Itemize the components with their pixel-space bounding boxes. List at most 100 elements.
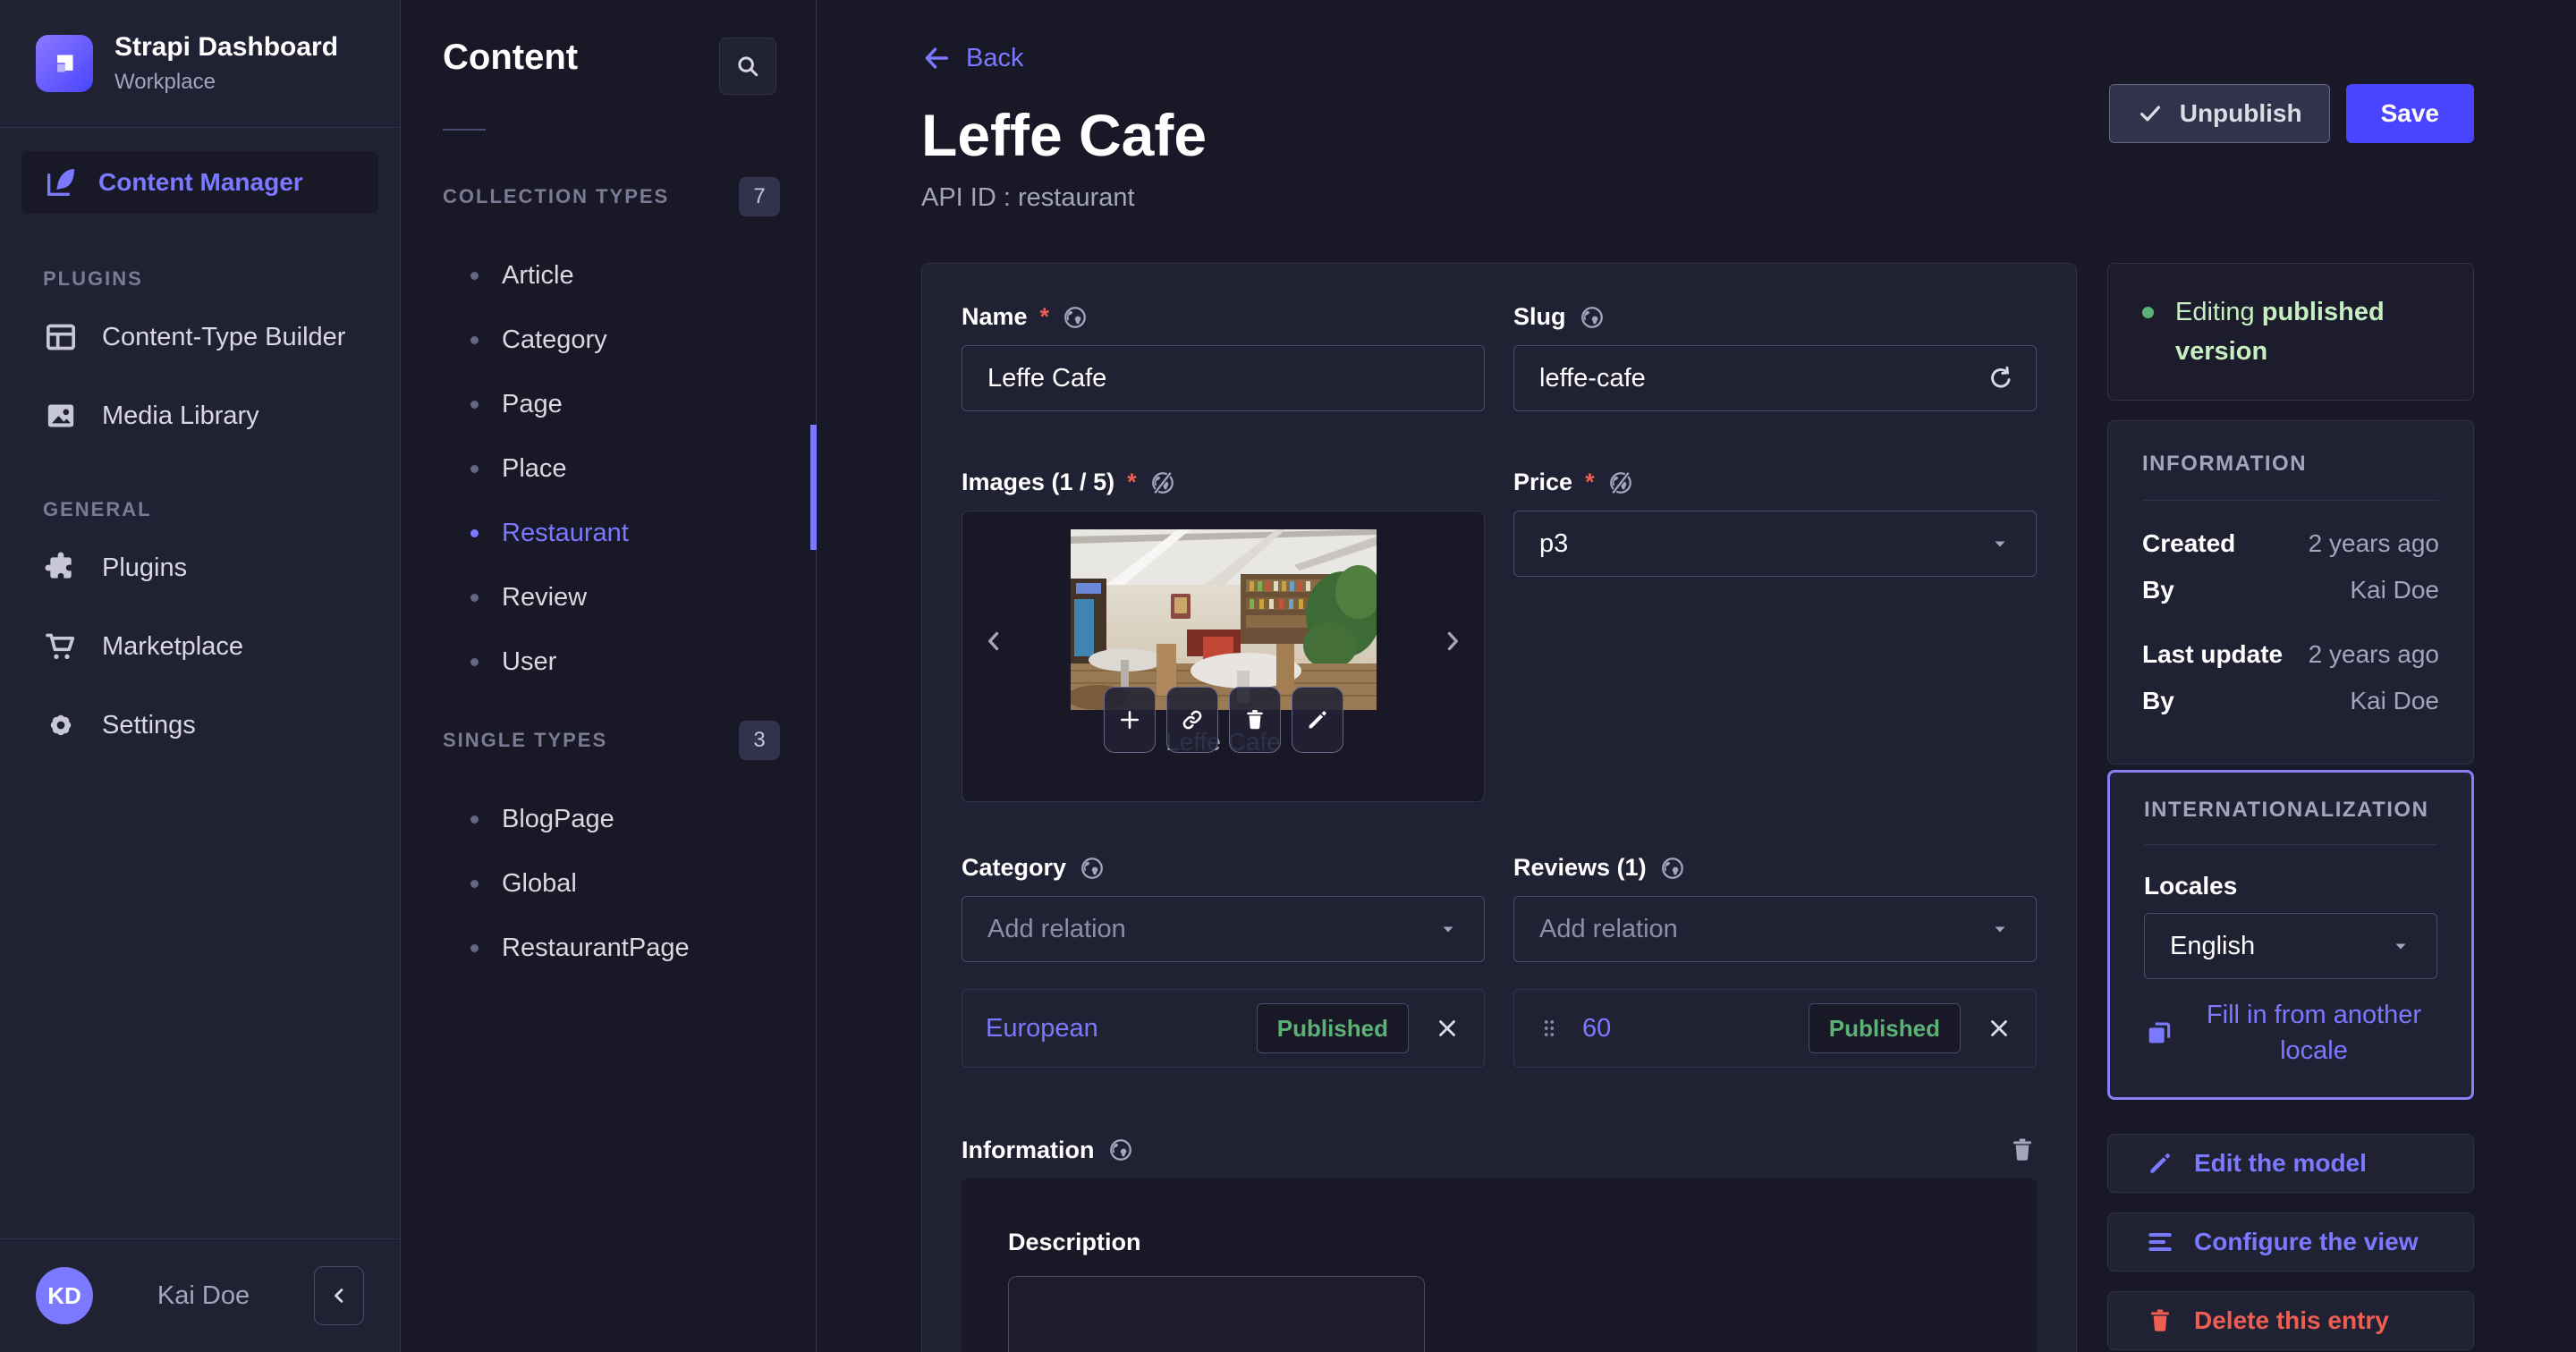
sidebar-item-settings[interactable]: Settings — [21, 686, 378, 765]
workspace-brand[interactable]: Strapi Dashboard Workplace — [0, 0, 400, 128]
remove-relation-button[interactable] — [1986, 1015, 2012, 1042]
picture-icon — [43, 398, 79, 434]
section-label: GENERAL — [43, 498, 152, 520]
collection-types-label: COLLECTION TYPES — [443, 185, 670, 207]
delete-image-button[interactable] — [1228, 687, 1281, 753]
description-textarea[interactable] — [1008, 1276, 1425, 1352]
updated-by-row: By Kai Doe — [2142, 687, 2439, 714]
globe-icon — [1079, 855, 1106, 882]
subnav-item-article[interactable]: Article — [401, 243, 816, 308]
list-lines-icon — [2146, 1228, 2174, 1256]
unpublish-label: Unpublish — [2179, 99, 2302, 127]
feather-icon — [43, 165, 79, 200]
unpublish-button[interactable]: Unpublish — [2108, 84, 2330, 143]
subnav-item-label: Category — [502, 325, 607, 354]
published-dot-icon — [2142, 307, 2154, 318]
subnav-item-label: Restaurant — [502, 518, 629, 547]
fill-link-label: Fill in from another locale — [2206, 1001, 2422, 1065]
price-select[interactable]: p3 — [1513, 511, 2037, 577]
trash-icon — [2146, 1306, 2174, 1335]
user-name: Kai Doe — [157, 1280, 250, 1310]
bullet-icon — [470, 271, 479, 280]
subnav-item-blogpage[interactable]: BlogPage — [401, 787, 816, 851]
pencil-icon — [2146, 1149, 2174, 1178]
status-badge: Published — [1808, 1003, 1961, 1053]
remove-relation-button[interactable] — [1434, 1015, 1461, 1042]
drag-handle-icon[interactable] — [1538, 1017, 1561, 1040]
globe-icon — [1579, 304, 1606, 331]
configure-view-button[interactable]: Configure the view — [2107, 1213, 2474, 1272]
relation-link[interactable]: 60 — [1582, 1014, 1611, 1044]
entry-side-panel: Editing published version INFORMATION Cr… — [2107, 263, 2474, 1350]
subnav-item-user[interactable]: User — [401, 630, 816, 694]
divider — [2142, 500, 2439, 501]
search-button[interactable] — [719, 38, 776, 95]
bullet-icon — [470, 464, 479, 473]
slug-input[interactable] — [1513, 345, 2037, 411]
price-label: Price — [1513, 469, 1573, 495]
trash-icon — [1242, 707, 1267, 732]
edit-image-button[interactable] — [1291, 687, 1343, 753]
fill-from-locale-link[interactable]: Fill in from another locale — [2144, 997, 2437, 1069]
subnav-item-place[interactable]: Place — [401, 436, 816, 501]
subnav-item-page[interactable]: Page — [401, 372, 816, 436]
subnav-item-restaurant[interactable]: Restaurant — [401, 501, 816, 565]
copy-icon — [2144, 1018, 2174, 1048]
relation-link[interactable]: European — [986, 1014, 1098, 1044]
category-relation-item[interactable]: European Published — [962, 989, 1485, 1068]
sidebar-item-plugins[interactable]: Plugins — [21, 528, 378, 607]
sidebar-item-content-type-builder[interactable]: Content-Type Builder — [21, 298, 378, 376]
sidebar-item-label: Media Library — [102, 401, 259, 430]
subnav-scrollbar-thumb[interactable] — [810, 425, 817, 550]
plus-icon — [1117, 707, 1142, 732]
subnav-item-review[interactable]: Review — [401, 565, 816, 630]
avatar[interactable]: KD — [36, 1267, 93, 1324]
locales-label: Locales — [2144, 872, 2238, 900]
bullet-icon — [470, 815, 479, 824]
globe-strike-icon — [1149, 469, 1176, 496]
subnav-item-label: Place — [502, 453, 567, 483]
category-label: Category — [962, 854, 1067, 881]
delete-component-button[interactable] — [2008, 1136, 2037, 1164]
restaurant-photo — [1070, 529, 1377, 710]
i18n-box-title: INTERNATIONALIZATION — [2144, 798, 2429, 822]
collapse-sidebar-button[interactable] — [313, 1266, 364, 1325]
locale-select[interactable]: English — [2144, 913, 2437, 979]
bullet-icon — [470, 879, 479, 888]
subnav-item-label: BlogPage — [502, 804, 614, 833]
copy-link-button[interactable] — [1165, 687, 1218, 753]
api-id-subtitle: API ID : restaurant — [921, 183, 1135, 212]
delete-entry-button[interactable]: Delete this entry — [2107, 1291, 2474, 1350]
sidebar-item-marketplace[interactable]: Marketplace — [21, 607, 378, 686]
sidebar-item-content-manager[interactable]: Content Manager — [21, 151, 378, 214]
edit-model-label: Edit the model — [2194, 1149, 2367, 1177]
regenerate-icon[interactable] — [1987, 364, 2015, 393]
collection-types-count-badge: 7 — [739, 177, 780, 216]
subnav-item-restaurantpage[interactable]: RestaurantPage — [401, 916, 816, 980]
reviews-add-relation-select[interactable]: Add relation — [1513, 896, 2037, 962]
chevron-down-icon — [2390, 935, 2411, 957]
single-types-count-badge: 3 — [739, 721, 780, 760]
name-input[interactable] — [962, 345, 1485, 411]
arrow-left-icon — [921, 43, 952, 73]
subnav-item-label: RestaurantPage — [502, 933, 690, 962]
subnav-item-category[interactable]: Category — [401, 308, 816, 372]
edit-model-button[interactable]: Edit the model — [2107, 1134, 2474, 1193]
bullet-icon — [470, 657, 479, 666]
reviews-relation-item[interactable]: 60 Published — [1513, 989, 2037, 1068]
add-relation-placeholder: Add relation — [987, 914, 1126, 943]
link-icon — [1180, 707, 1205, 732]
carousel-prev-button[interactable] — [979, 626, 1009, 656]
add-image-button[interactable] — [1103, 687, 1156, 753]
close-icon — [1986, 1015, 2012, 1042]
subnav-item-global[interactable]: Global — [401, 851, 816, 916]
back-link[interactable]: Back — [921, 43, 1023, 73]
save-button[interactable]: Save — [2345, 84, 2474, 143]
category-add-relation-select[interactable]: Add relation — [962, 896, 1485, 962]
general-section: GENERAL Plugins Marketplace Settings — [21, 498, 378, 765]
sidebar-item-label: Settings — [102, 710, 196, 739]
globe-icon — [1659, 855, 1686, 882]
sidebar-item-media-library[interactable]: Media Library — [21, 376, 378, 455]
subnav-item-label: Review — [502, 582, 588, 612]
carousel-next-button[interactable] — [1437, 626, 1468, 656]
